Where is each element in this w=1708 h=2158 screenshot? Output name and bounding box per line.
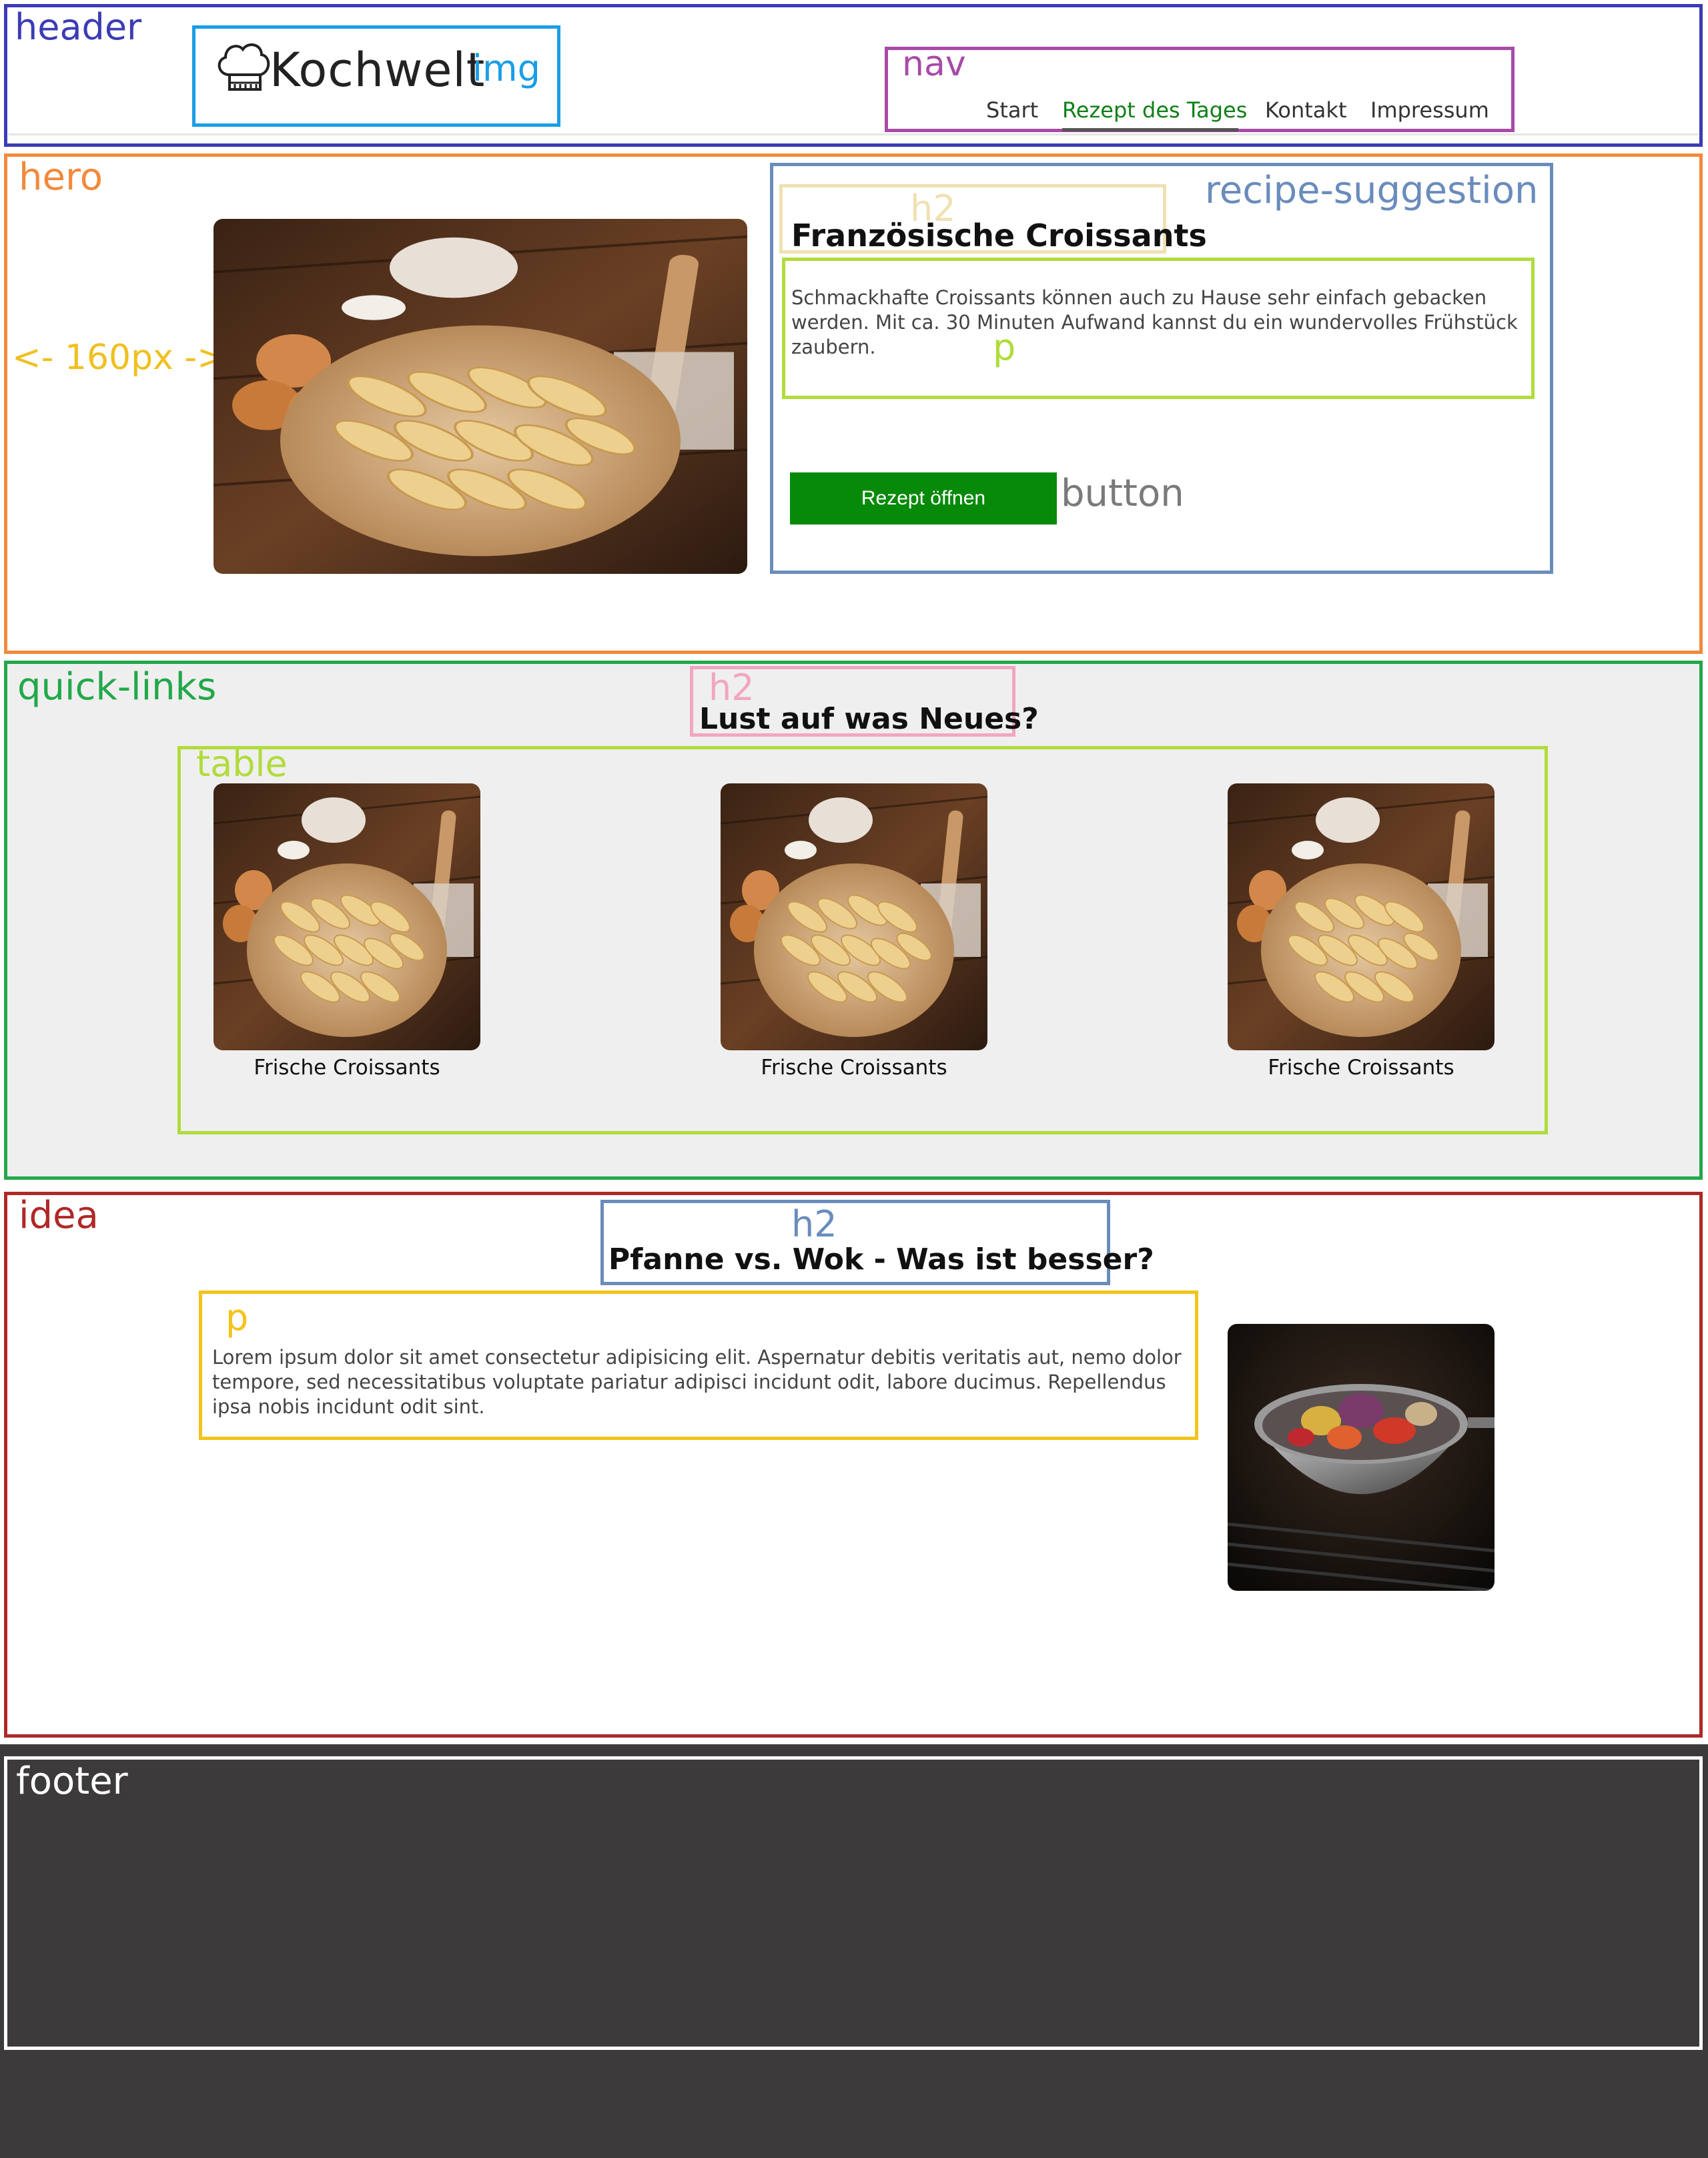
logo-text[interactable]: Kochwelt bbox=[270, 47, 485, 93]
chef-hat-icon[interactable] bbox=[214, 36, 274, 103]
wok-image bbox=[1228, 1324, 1494, 1591]
hero-croissant-image bbox=[214, 219, 747, 574]
table-annotation: table bbox=[196, 743, 288, 785]
nav-link-impressum[interactable]: Impressum bbox=[1370, 97, 1489, 123]
header-divider bbox=[8, 133, 1699, 135]
recipe-title: Französische Croissants bbox=[791, 218, 1207, 254]
quick-link-image[interactable] bbox=[721, 783, 987, 1050]
quick-link-image[interactable] bbox=[1228, 783, 1494, 1050]
footer-region bbox=[4, 1756, 1703, 2050]
idea-title: Pfanne vs. Wok - Was ist besser? bbox=[608, 1242, 1154, 1277]
recipe-paragraph-annotation: p bbox=[993, 326, 1016, 368]
logo-img-annotation: img bbox=[472, 47, 540, 89]
idea-paragraph-annotation: p bbox=[226, 1297, 249, 1339]
footer-annotation: footer bbox=[16, 1760, 128, 1803]
hero-annotation: hero bbox=[19, 155, 103, 199]
recipe-suggestion-annotation: recipe-suggestion bbox=[1205, 169, 1539, 212]
recipe-description: Schmackhafte Croissants können auch zu H… bbox=[791, 286, 1518, 358]
quick-link-caption[interactable]: Frische Croissants bbox=[193, 1056, 500, 1080]
idea-heading-annotation: h2 bbox=[791, 1203, 837, 1245]
quick-links-heading-annotation: h2 bbox=[709, 667, 755, 709]
idea-description: Lorem ipsum dolor sit amet consectetur a… bbox=[212, 1346, 1182, 1418]
nav-link-kontakt[interactable]: Kontakt bbox=[1265, 97, 1346, 123]
quick-links-title: Lust auf was Neues? bbox=[699, 702, 1039, 736]
quick-link-caption[interactable]: Frische Croissants bbox=[1208, 1056, 1515, 1080]
button-annotation: button bbox=[1061, 472, 1184, 515]
quick-link-image[interactable] bbox=[214, 783, 480, 1050]
margin-annotation: <- 160px -> bbox=[12, 338, 226, 378]
quick-links-annotation: quick-links bbox=[17, 665, 217, 709]
nav-link-rezept-des-tages[interactable]: Rezept des Tages bbox=[1062, 97, 1247, 123]
nav-annotation: nav bbox=[902, 44, 966, 84]
idea-annotation: idea bbox=[19, 1194, 99, 1237]
nav-link-start[interactable]: Start bbox=[986, 97, 1038, 123]
quick-link-caption[interactable]: Frische Croissants bbox=[701, 1056, 1007, 1080]
header-annotation: header bbox=[15, 6, 142, 48]
nav-active-indicator bbox=[1062, 128, 1238, 131]
open-recipe-button[interactable]: Rezept öffnen bbox=[790, 472, 1057, 524]
